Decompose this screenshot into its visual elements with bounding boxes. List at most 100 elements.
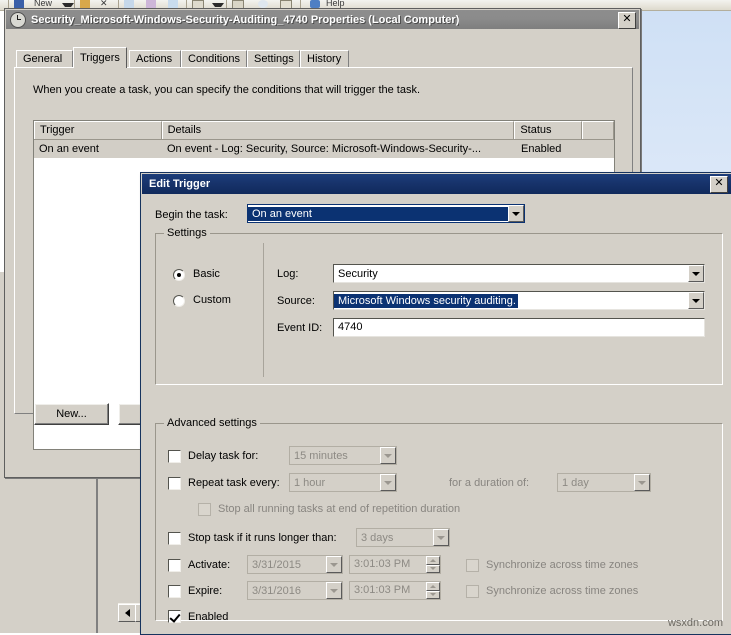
tab-conditions[interactable]: Conditions [181, 50, 247, 67]
edit-trigger-titlebar[interactable]: Edit Trigger ✕ [142, 174, 731, 194]
event-id-label: Event ID: [277, 322, 322, 334]
duration-label: for a duration of: [449, 477, 529, 489]
source-value: Microsoft Windows security auditing. [334, 294, 518, 308]
expire-date-combo[interactable]: 3/31/2016 [247, 581, 343, 600]
column-header-details[interactable]: Details [162, 121, 515, 139]
expire-label: Expire: [188, 585, 222, 597]
expire-date-value: 3/31/2016 [248, 585, 326, 597]
new-trigger-button[interactable]: New... [34, 403, 109, 425]
expire-time-value: 3:01:03 PM [350, 582, 426, 599]
tab-settings[interactable]: Settings [247, 50, 300, 67]
delay-task-value: 15 minutes [290, 450, 380, 462]
expire-checkbox[interactable] [168, 585, 181, 598]
properties-icon[interactable] [146, 0, 156, 8]
radio-custom[interactable] [173, 295, 185, 307]
column-header-spacer[interactable] [582, 121, 614, 139]
chevron-down-icon[interactable] [433, 529, 449, 546]
duration-value: 1 day [558, 477, 634, 489]
chevron-down-icon[interactable] [62, 3, 74, 7]
toolbar-new-label[interactable]: New [34, 0, 52, 8]
stop-task-longer-label: Stop task if it runs longer than: [188, 532, 337, 544]
event-id-input[interactable]: 4740 [333, 318, 705, 337]
stop-task-longer-value: 3 days [357, 532, 433, 544]
repeat-task-checkbox[interactable] [168, 477, 181, 490]
spinner-up-icon[interactable] [426, 582, 440, 591]
log-combo[interactable]: Security [333, 264, 705, 283]
activate-time-value: 3:01:03 PM [350, 556, 426, 573]
spinner-buttons[interactable] [426, 582, 440, 599]
repeat-task-label: Repeat task every: [188, 477, 280, 489]
back-icon[interactable] [14, 0, 24, 8]
pane-description: When you create a task, you can specify … [33, 84, 420, 96]
clock-icon [10, 12, 26, 28]
spinner-buttons[interactable] [426, 556, 440, 573]
source-combo[interactable]: Microsoft Windows security auditing. [333, 291, 705, 310]
refresh-circle-icon[interactable] [258, 0, 268, 8]
column-header-trigger[interactable]: Trigger [34, 121, 162, 139]
screen: New ✕ Help Security_Microsoft-Windows-Se… [0, 0, 731, 633]
chevron-down-icon[interactable] [688, 292, 704, 309]
table-row[interactable]: On an event On event - Log: Security, So… [34, 140, 614, 158]
chevron-down-icon[interactable] [634, 474, 650, 491]
activate-checkbox[interactable] [168, 559, 181, 572]
chevron-left-icon [125, 609, 130, 617]
spinner-down-icon[interactable] [426, 565, 440, 574]
log-value: Security [334, 268, 688, 280]
enabled-label: Enabled [188, 611, 228, 623]
cell-status: Enabled [516, 140, 584, 158]
tab-actions[interactable]: Actions [129, 50, 181, 67]
expire-time-spinner[interactable]: 3:01:03 PM [349, 581, 441, 600]
help-icon[interactable] [310, 0, 320, 8]
activate-sync-label: Synchronize across time zones [486, 559, 638, 571]
scroll-left-button[interactable] [118, 604, 136, 622]
repeat-task-combo[interactable]: 1 hour [289, 473, 397, 492]
expire-sync-checkbox[interactable] [466, 585, 479, 598]
delay-task-checkbox[interactable] [168, 450, 181, 463]
export-icon[interactable] [124, 0, 134, 8]
activate-label: Activate: [188, 559, 230, 571]
settings-group-legend: Settings [164, 227, 210, 239]
expire-sync-label: Synchronize across time zones [486, 585, 638, 597]
delay-task-label: Delay task for: [188, 450, 258, 462]
column-header-status[interactable]: Status [514, 121, 582, 139]
source-label: Source: [277, 295, 315, 307]
begin-task-combo[interactable]: On an event [247, 204, 525, 223]
close-button[interactable]: ✕ [710, 176, 728, 193]
stop-all-running-checkbox[interactable] [198, 503, 211, 516]
enabled-checkbox[interactable] [168, 610, 181, 623]
radio-basic-label: Basic [193, 268, 220, 280]
chevron-down-icon[interactable] [508, 205, 524, 222]
cell-trigger: On an event [34, 140, 162, 158]
advanced-settings-legend: Advanced settings [164, 417, 260, 429]
duration-combo[interactable]: 1 day [557, 473, 651, 492]
chevron-down-icon[interactable] [688, 265, 704, 282]
chevron-down-icon[interactable] [326, 582, 342, 599]
stop-task-longer-combo[interactable]: 3 days [356, 528, 450, 547]
chevron-down-icon[interactable] [326, 556, 342, 573]
begin-task-value: On an event [248, 207, 508, 221]
activate-time-spinner[interactable]: 3:01:03 PM [349, 555, 441, 574]
spinner-up-icon[interactable] [426, 556, 440, 565]
activate-date-combo[interactable]: 3/31/2015 [247, 555, 343, 574]
delay-task-combo[interactable]: 15 minutes [289, 446, 397, 465]
stop-all-running-label: Stop all running tasks at end of repetit… [218, 503, 460, 515]
repeat-task-value: 1 hour [290, 477, 380, 489]
chevron-down-icon[interactable] [380, 447, 396, 464]
spinner-down-icon[interactable] [426, 591, 440, 600]
close-button[interactable]: ✕ [618, 12, 636, 29]
radio-basic[interactable] [173, 269, 185, 281]
watermark: wsxdn.com [668, 617, 723, 629]
refresh-icon[interactable] [168, 0, 178, 8]
chevron-down-icon[interactable] [212, 3, 224, 7]
tab-history[interactable]: History [300, 50, 349, 67]
log-label: Log: [277, 268, 298, 280]
properties-titlebar[interactable]: Security_Microsoft-Windows-Security-Audi… [6, 10, 639, 29]
activate-date-value: 3/31/2015 [248, 559, 326, 571]
tab-triggers[interactable]: Triggers [73, 47, 127, 68]
toolbar-help-label[interactable]: Help [326, 0, 345, 8]
activate-sync-checkbox[interactable] [466, 559, 479, 572]
folder-icon[interactable] [80, 0, 90, 8]
tab-general[interactable]: General [16, 50, 73, 67]
stop-task-longer-checkbox[interactable] [168, 532, 181, 545]
chevron-down-icon[interactable] [380, 474, 396, 491]
